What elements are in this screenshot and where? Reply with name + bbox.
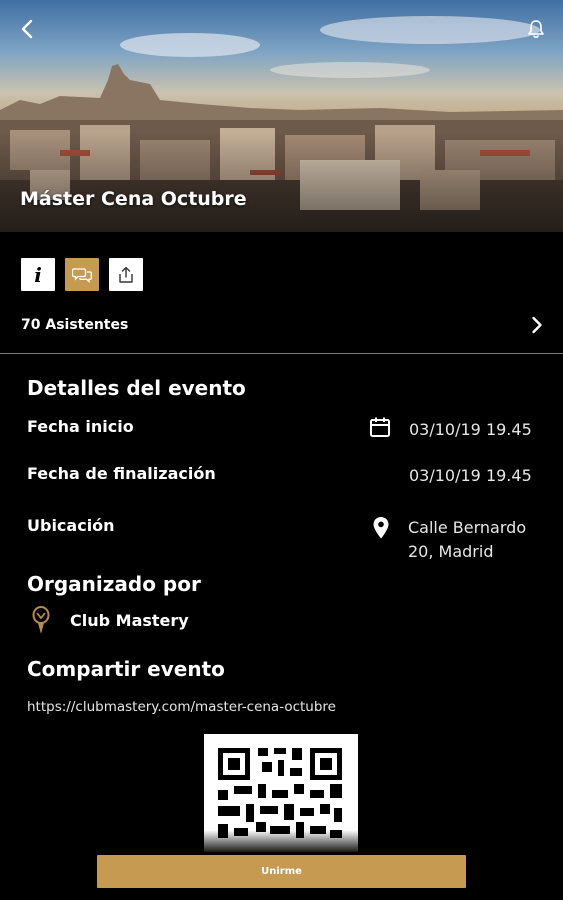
start-date-value: 03/10/19 19.45 — [409, 420, 532, 439]
share-icon — [119, 266, 133, 283]
hero-gradient-overlay — [0, 132, 563, 232]
event-action-bar: i — [21, 258, 143, 291]
qr-code — [204, 734, 358, 852]
location-label: Ubicación — [27, 516, 115, 535]
attendees-count: 70 Asistentes — [21, 317, 129, 333]
end-date-value: 03/10/19 19.45 — [409, 466, 532, 485]
comments-button[interactable] — [65, 258, 99, 291]
share-url-link[interactable]: https://clubmastery.com/master-cena-octu… — [27, 699, 336, 715]
details-section-title: Detalles del evento — [27, 376, 246, 400]
organizer-name: Club Mastery — [70, 610, 189, 630]
join-button[interactable]: Unirme — [97, 855, 466, 888]
share-button[interactable] — [109, 258, 143, 291]
event-hero-image: Máster Cena Octubre — [0, 0, 563, 232]
organizer-row[interactable]: Club Mastery — [30, 605, 189, 635]
location-address-line2[interactable]: 20, Madrid — [408, 542, 493, 561]
attendees-row[interactable]: 70 Asistentes — [0, 305, 563, 345]
qr-fade-overlay — [204, 830, 358, 852]
comments-icon — [72, 267, 92, 283]
organizer-logo-icon — [32, 606, 50, 634]
event-title: Máster Cena Octubre — [20, 188, 247, 210]
divider — [0, 353, 563, 354]
info-button[interactable]: i — [21, 258, 55, 291]
calendar-icon — [370, 417, 390, 437]
location-pin-icon — [373, 517, 389, 539]
start-date-label: Fecha inicio — [27, 417, 134, 436]
info-icon: i — [34, 262, 42, 287]
share-section-title: Compartir evento — [27, 657, 225, 681]
organizer-section-title: Organizado por — [27, 572, 201, 596]
notifications-button[interactable] — [523, 16, 549, 42]
location-address-line1[interactable]: Calle Bernardo — [408, 518, 526, 537]
end-date-label: Fecha de finalización — [27, 464, 216, 483]
bell-icon — [528, 20, 544, 38]
chevron-right-icon — [532, 316, 542, 334]
back-button[interactable] — [14, 16, 40, 42]
chevron-left-icon — [21, 19, 33, 39]
